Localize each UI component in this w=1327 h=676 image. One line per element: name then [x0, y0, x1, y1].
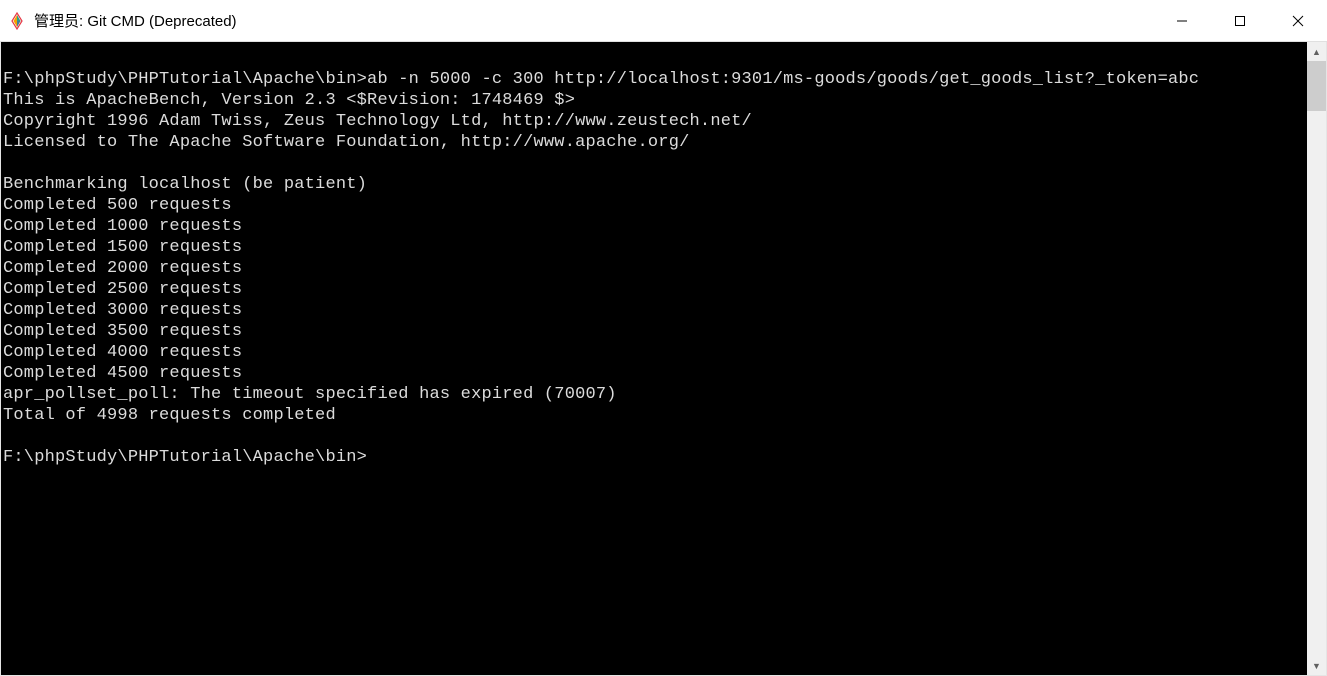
terminal-line: Copyright 1996 Adam Twiss, Zeus Technolo… — [3, 111, 1307, 132]
terminal-line: Total of 4998 requests completed — [3, 405, 1307, 426]
terminal-line: Benchmarking localhost (be patient) — [3, 174, 1307, 195]
terminal-line: Completed 4000 requests — [3, 342, 1307, 363]
terminal-line: Completed 2500 requests — [3, 279, 1307, 300]
terminal-line: F:\phpStudy\PHPTutorial\Apache\bin>ab -n… — [3, 69, 1307, 90]
window-titlebar: 管理员: Git CMD (Deprecated) — [0, 0, 1327, 42]
terminal-line — [3, 426, 1307, 447]
terminal-line: Completed 1500 requests — [3, 237, 1307, 258]
terminal-line: Completed 500 requests — [3, 195, 1307, 216]
terminal-line: apr_pollset_poll: The timeout specified … — [3, 384, 1307, 405]
app-icon — [8, 12, 26, 30]
scroll-up-arrow-icon[interactable]: ▲ — [1307, 42, 1326, 61]
terminal-line: F:\phpStudy\PHPTutorial\Apache\bin> — [3, 447, 1307, 468]
close-button[interactable] — [1269, 0, 1327, 41]
vertical-scrollbar[interactable]: ▲ ▼ — [1307, 42, 1326, 675]
terminal-line — [3, 48, 1307, 69]
terminal-line: Completed 3500 requests — [3, 321, 1307, 342]
terminal-wrapper: F:\phpStudy\PHPTutorial\Apache\bin>ab -n… — [0, 42, 1327, 676]
window-controls — [1153, 0, 1327, 41]
terminal-line: Licensed to The Apache Software Foundati… — [3, 132, 1307, 153]
terminal-line: This is ApacheBench, Version 2.3 <$Revis… — [3, 90, 1307, 111]
maximize-button[interactable] — [1211, 0, 1269, 41]
terminal-line: Completed 3000 requests — [3, 300, 1307, 321]
window-title: 管理员: Git CMD (Deprecated) — [34, 10, 1153, 31]
terminal-line: Completed 4500 requests — [3, 363, 1307, 384]
terminal-line: Completed 1000 requests — [3, 216, 1307, 237]
terminal-output[interactable]: F:\phpStudy\PHPTutorial\Apache\bin>ab -n… — [1, 42, 1307, 675]
scrollbar-thumb[interactable] — [1307, 61, 1326, 111]
scrollbar-track[interactable] — [1307, 61, 1326, 656]
terminal-line — [3, 153, 1307, 174]
scroll-down-arrow-icon[interactable]: ▼ — [1307, 656, 1326, 675]
minimize-button[interactable] — [1153, 0, 1211, 41]
terminal-line: Completed 2000 requests — [3, 258, 1307, 279]
